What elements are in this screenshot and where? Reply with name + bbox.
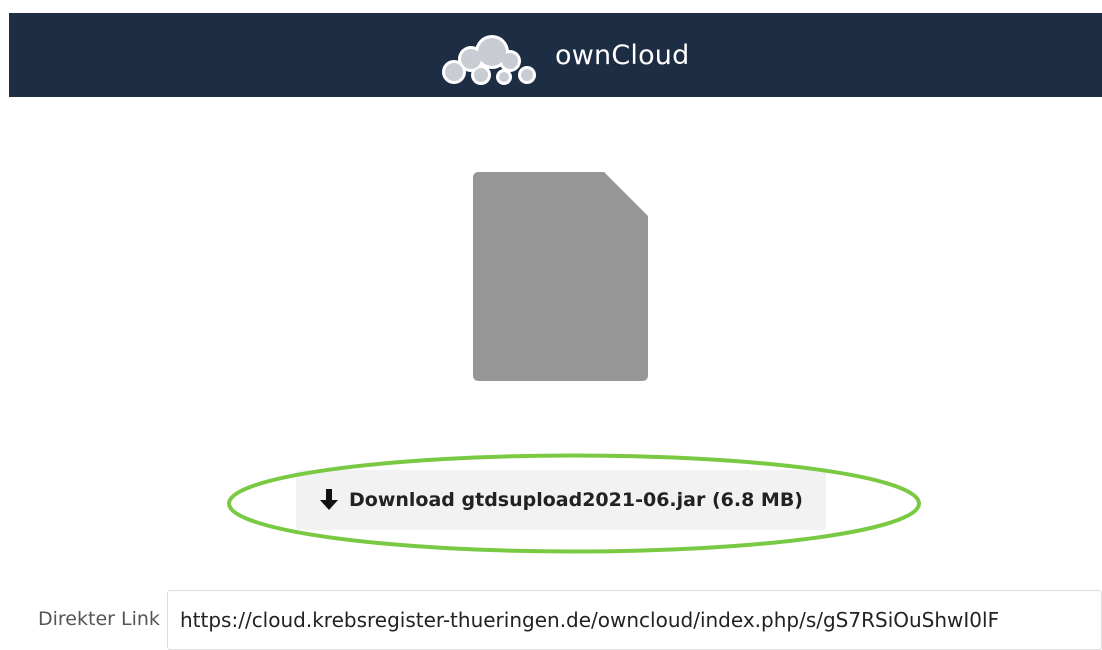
- direct-link-field[interactable]: [167, 590, 1102, 650]
- cloud-logo-icon: [442, 35, 536, 85]
- brand-name: ownCloud: [555, 39, 690, 71]
- download-label: Download gtdsupload2021-06.jar (6.8 MB): [349, 489, 803, 511]
- download-button[interactable]: Download gtdsupload2021-06.jar (6.8 MB): [296, 470, 826, 530]
- header-bar: ownCloud: [9, 13, 1102, 97]
- direct-link-label: Direkter Link: [38, 608, 160, 630]
- arrow-down-icon: [320, 489, 338, 510]
- file-icon: [473, 172, 648, 381]
- logo[interactable]: ownCloud: [437, 25, 689, 85]
